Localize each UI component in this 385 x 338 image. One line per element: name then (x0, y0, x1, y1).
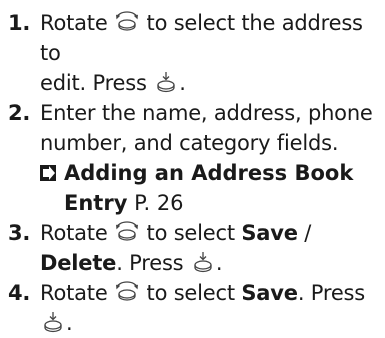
option-label: Save (241, 281, 298, 305)
interface-dial-press-icon (190, 249, 216, 275)
step-3: 3. Rotate to select Save / Delete. Press… (8, 218, 379, 278)
step-number: 3. (8, 221, 31, 245)
step-text-part: to select (146, 281, 236, 305)
step-text-part: . (66, 311, 73, 335)
interface-dial-press-icon (153, 69, 179, 95)
step-text: Enter the name, address, phone number, a… (40, 98, 379, 158)
option-label: Save (241, 221, 298, 245)
option-label: Delete (40, 251, 117, 275)
reference-title: Adding an Address Book (64, 161, 354, 185)
step-text-part: . Press (297, 281, 366, 305)
step-text-part: / (297, 221, 312, 245)
interface-dial-press-icon (40, 309, 66, 335)
interface-dial-rotate-icon (114, 219, 140, 245)
reference-page: P. 26 (134, 191, 184, 215)
step-text: Rotate to select Save / Delete. Press . (40, 218, 379, 278)
step-text-part: . (215, 251, 223, 275)
interface-dial-rotate-icon (114, 9, 140, 35)
step-2: 2. Enter the name, address, phone number… (8, 98, 379, 158)
step-text-part: Rotate (40, 11, 108, 35)
step-text: Rotate to select Save. Press . (40, 278, 379, 338)
step-number: 1. (8, 11, 31, 35)
step-text-part: Rotate (40, 281, 108, 305)
step-text-part: . Press (116, 251, 184, 275)
step-text-part: edit. Press (40, 71, 147, 95)
step-text-part: . (179, 71, 186, 95)
step-number: 2. (8, 101, 31, 125)
step-text: Rotate to select the address to edit. Pr… (40, 8, 379, 98)
cross-reference[interactable]: Adding an Address Book Entry P. 26 (40, 158, 379, 218)
step-text-part: to select (146, 221, 236, 245)
step-4: 4. Rotate to select Save. Press . (8, 278, 379, 338)
step-text-part: Enter the name, address, phone (40, 101, 373, 125)
instruction-list: 1. Rotate to select the address to edit.… (0, 0, 385, 335)
step-1: 1. Rotate to select the address to edit.… (8, 8, 379, 98)
reference-title-cont: Entry (64, 191, 128, 215)
step-text-part: Rotate (40, 221, 108, 245)
interface-dial-rotate-icon (114, 279, 140, 305)
step-number: 4. (8, 281, 31, 305)
step-text-part: number, and category fields. (40, 131, 339, 155)
cross-reference-arrow-icon (40, 165, 56, 181)
